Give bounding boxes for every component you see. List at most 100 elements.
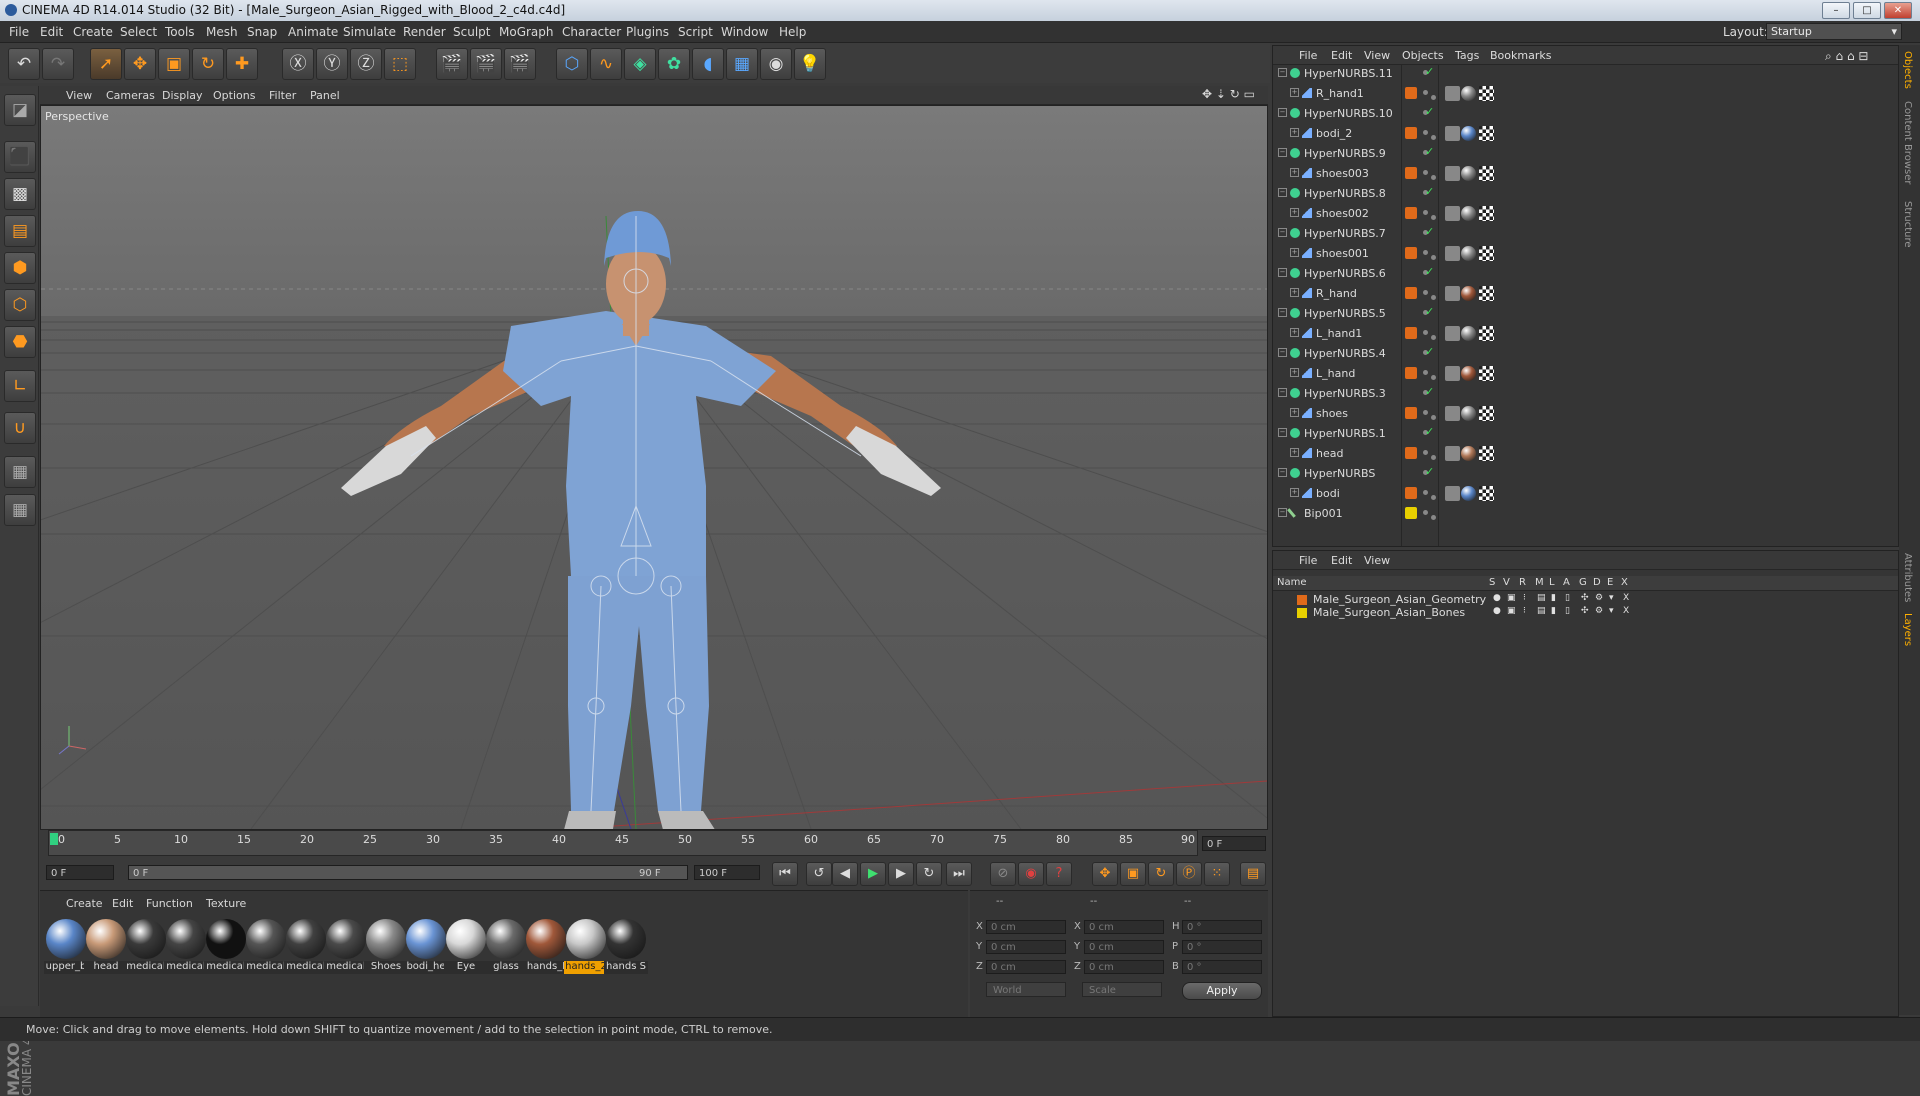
deformers-toggle-icon[interactable]: ⚙ — [1595, 593, 1603, 603]
uvw-tag-icon[interactable] — [1479, 326, 1494, 341]
material-menu-create[interactable]: Create — [66, 897, 103, 910]
parameter-key-button[interactable]: Ⓟ — [1176, 862, 1202, 886]
layer-color-swatch[interactable] — [1405, 127, 1417, 139]
add-nurbs-button[interactable]: ◈ — [624, 48, 656, 80]
layer-color-swatch[interactable] — [1405, 67, 1417, 79]
uvw-tag-icon[interactable] — [1479, 406, 1494, 421]
rotation-h-field[interactable]: 0 ° — [1182, 920, 1262, 934]
object-row[interactable]: − HyperNURBS.6 ✓ — [1273, 264, 1898, 284]
editor-visibility-dot[interactable] — [1423, 90, 1428, 95]
render-visibility-dot[interactable] — [1431, 415, 1436, 420]
add-deformer-button[interactable]: ◖ — [692, 48, 724, 80]
expand-toggle-icon[interactable]: + — [1290, 408, 1299, 417]
render-toggle-icon[interactable]: ⁝ — [1523, 606, 1526, 616]
expand-toggle-icon[interactable]: + — [1290, 88, 1299, 97]
render-visibility-dot[interactable] — [1431, 135, 1436, 140]
menu-script[interactable]: Script — [678, 25, 713, 39]
editor-visibility-dot[interactable] — [1423, 490, 1428, 495]
expand-toggle-icon[interactable]: + — [1290, 488, 1299, 497]
expand-toggle-icon[interactable]: − — [1278, 68, 1287, 77]
object-row[interactable]: − HyperNURBS ✓ — [1273, 464, 1898, 484]
expand-toggle-icon[interactable]: + — [1290, 328, 1299, 337]
phong-tag-icon[interactable] — [1445, 126, 1460, 141]
expand-toggle-icon[interactable]: − — [1278, 268, 1287, 277]
xref-toggle-icon[interactable]: X — [1623, 606, 1629, 616]
material-menu-texture[interactable]: Texture — [206, 897, 246, 910]
material-swatch[interactable]: Eye — [444, 917, 488, 975]
editor-visibility-dot[interactable] — [1423, 450, 1428, 455]
size-mode-dropdown[interactable]: Scale — [1082, 982, 1162, 997]
material-tag-icon[interactable] — [1461, 206, 1476, 221]
layer-column-name[interactable]: Name — [1277, 577, 1307, 588]
timeline-ruler[interactable]: 0 5 10 15 20 25 30 35 40 45 50 55 60 65 … — [40, 830, 1268, 856]
uvw-tag-icon[interactable] — [1479, 206, 1494, 221]
uvw-tag-icon[interactable] — [1479, 446, 1494, 461]
enabled-check-icon[interactable]: ✓ — [1425, 345, 1434, 358]
om-menu-view[interactable]: View — [1364, 49, 1390, 62]
render-visibility-dot[interactable] — [1431, 295, 1436, 300]
rotation-p-field[interactable]: 0 ° — [1182, 940, 1262, 954]
expand-toggle-icon[interactable]: − — [1278, 428, 1287, 437]
tab-content-browser[interactable]: Content Browser — [1902, 101, 1913, 184]
generators-toggle-icon[interactable]: ✣ — [1581, 606, 1589, 616]
axis-mode-button[interactable]: ∟ — [4, 370, 36, 402]
start-frame-field[interactable]: 0 F — [46, 865, 114, 880]
expand-toggle-icon[interactable]: + — [1290, 128, 1299, 137]
object-row[interactable]: − HyperNURBS.8 ✓ — [1273, 184, 1898, 204]
layer-color-swatch[interactable] — [1405, 87, 1417, 99]
object-row[interactable]: + R_hand1 — [1273, 84, 1898, 104]
object-row[interactable]: + L_hand1 — [1273, 324, 1898, 344]
material-tag-icon[interactable] — [1461, 406, 1476, 421]
material-tag-icon[interactable] — [1461, 486, 1476, 501]
close-button[interactable]: ✕ — [1884, 2, 1912, 19]
lm-menu-file[interactable]: File — [1299, 554, 1317, 567]
object-row[interactable]: + shoes002 — [1273, 204, 1898, 224]
enabled-check-icon[interactable]: ✓ — [1425, 265, 1434, 278]
layer-color-swatch[interactable] — [1405, 487, 1417, 499]
phong-tag-icon[interactable] — [1445, 286, 1460, 301]
generators-toggle-icon[interactable]: ✣ — [1581, 593, 1589, 603]
y-axis-button[interactable]: Ⓨ — [316, 48, 348, 80]
editor-visibility-dot[interactable] — [1423, 510, 1428, 515]
render-visibility-dot[interactable] — [1431, 175, 1436, 180]
scale-tool-button[interactable]: ▣ — [158, 48, 190, 80]
material-tag-icon[interactable] — [1461, 246, 1476, 261]
maximize-button[interactable]: □ — [1853, 2, 1881, 19]
expand-toggle-icon[interactable]: − — [1278, 188, 1287, 197]
phong-tag-icon[interactable] — [1445, 446, 1460, 461]
add-camera-button[interactable]: ◉ — [760, 48, 792, 80]
position-x-field[interactable]: 0 cm — [986, 920, 1066, 934]
object-row[interactable]: + bodi_2 — [1273, 124, 1898, 144]
object-row[interactable]: − Bip001 — [1273, 504, 1898, 524]
timeline-playhead[interactable] — [50, 833, 58, 845]
material-swatch[interactable]: medical — [324, 917, 368, 975]
point-level-button[interactable]: ⁙ — [1204, 862, 1230, 886]
object-row[interactable]: + shoes001 — [1273, 244, 1898, 264]
move-tool-button[interactable]: ✥ — [124, 48, 156, 80]
record-active-button[interactable]: ⊘ — [990, 862, 1016, 886]
enabled-check-icon[interactable]: ✓ — [1425, 465, 1434, 478]
manager-toggle-icon[interactable]: ▤ — [1537, 593, 1546, 603]
layer-row[interactable]: Male_Surgeon_Asian_Bones ● ▣ ⁝ ▤ ▮ ▯ ✣ ⚙ ▾ X — [1273, 606, 1898, 620]
go-to-end-button[interactable]: ⏭ — [946, 862, 972, 886]
polygons-mode-button[interactable]: ⬣ — [4, 326, 36, 358]
layer-color-swatch[interactable] — [1405, 247, 1417, 259]
material-tag-icon[interactable] — [1461, 446, 1476, 461]
tab-attributes[interactable]: Attributes — [1902, 553, 1913, 602]
material-tag-icon[interactable] — [1461, 286, 1476, 301]
material-swatch[interactable]: hands S — [604, 917, 648, 975]
menu-edit[interactable]: Edit — [40, 25, 63, 39]
apply-button[interactable]: Apply — [1182, 982, 1262, 1000]
layer-color-swatch[interactable] — [1405, 207, 1417, 219]
editor-visibility-dot[interactable] — [1423, 370, 1428, 375]
object-row[interactable]: − HyperNURBS.10 ✓ — [1273, 104, 1898, 124]
next-key-button[interactable]: ↻ — [916, 862, 942, 886]
menu-mesh[interactable]: Mesh — [206, 25, 238, 39]
points-mode-button[interactable]: ⬢ — [4, 252, 36, 284]
layer-column-l[interactable]: L — [1549, 577, 1555, 588]
next-frame-button[interactable]: ▶ — [888, 862, 914, 886]
material-menu-edit[interactable]: Edit — [112, 897, 133, 910]
lm-menu-view[interactable]: View — [1364, 554, 1390, 567]
phong-tag-icon[interactable] — [1445, 486, 1460, 501]
expand-toggle-icon[interactable]: − — [1278, 228, 1287, 237]
